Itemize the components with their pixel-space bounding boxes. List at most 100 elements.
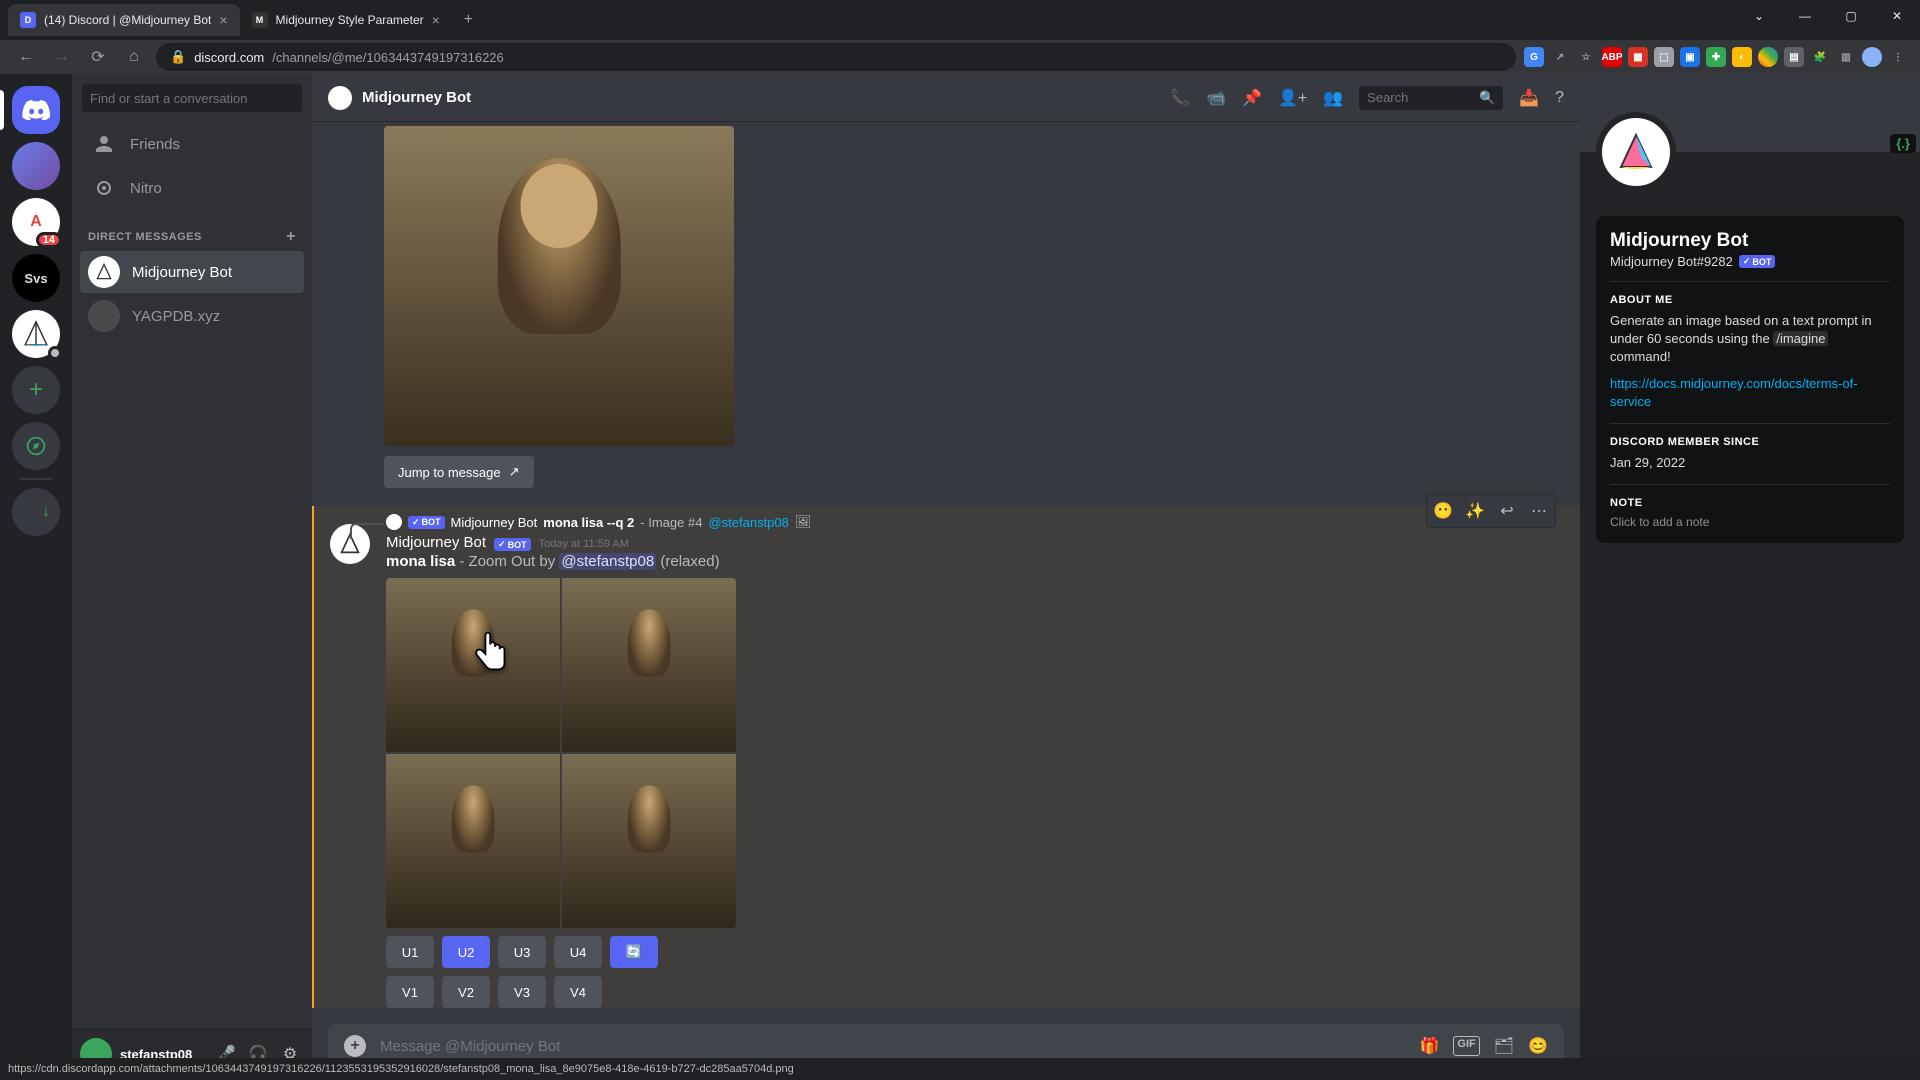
new-tab-button[interactable]: + bbox=[452, 11, 485, 29]
variation-button-row: V1 V2 V3 V4 bbox=[386, 976, 1564, 1008]
ref-avatar bbox=[386, 514, 402, 530]
u3-button[interactable]: U3 bbox=[498, 936, 546, 968]
gif-button[interactable]: GIF bbox=[1453, 1036, 1479, 1056]
profile-avatar[interactable] bbox=[1596, 112, 1676, 192]
ext-icon[interactable]: ▣ bbox=[1680, 47, 1700, 67]
chevron-down-icon[interactable]: ⌄ bbox=[1736, 0, 1782, 32]
inbox-button[interactable]: 📥 bbox=[1519, 88, 1539, 108]
tab-bar: D (14) Discord | @Midjourney Bot × M Mid… bbox=[0, 0, 1920, 40]
ref-author: Midjourney Bot bbox=[451, 515, 538, 530]
jump-to-message-button[interactable]: Jump to message ↗ bbox=[384, 456, 534, 488]
url-input[interactable]: 🔒 discord.com/channels/@me/1063443749197… bbox=[156, 43, 1516, 71]
add-server-button[interactable]: + bbox=[12, 366, 60, 414]
ext-icon[interactable]: ◐ bbox=[1732, 47, 1752, 67]
pin-button[interactable]: 📌 bbox=[1242, 88, 1262, 108]
ref-mention[interactable]: @stefanstp08 bbox=[708, 515, 788, 530]
server-icon-svs[interactable]: Svs bbox=[12, 254, 60, 302]
chat-search[interactable]: Search 🔍 bbox=[1359, 86, 1503, 110]
dm-name: YAGPDB.xyz bbox=[132, 308, 220, 325]
abp-icon[interactable]: ABP bbox=[1602, 47, 1622, 67]
server-icon[interactable]: A14 bbox=[12, 198, 60, 246]
grid-image-2[interactable] bbox=[562, 578, 736, 752]
dm-midjourney-bot[interactable]: Midjourney Bot bbox=[80, 251, 304, 293]
share-icon[interactable]: ↗ bbox=[1550, 47, 1570, 67]
avatar bbox=[88, 256, 120, 288]
message-author[interactable]: Midjourney Bot bbox=[386, 534, 486, 551]
maximize-button[interactable]: ▢ bbox=[1828, 0, 1874, 32]
nitro-nav[interactable]: Nitro bbox=[80, 167, 304, 209]
ext-icon[interactable]: ✚ bbox=[1706, 47, 1726, 67]
command-tag: /imagine bbox=[1773, 331, 1828, 346]
message-list[interactable]: Jump to message ↗ 😶 ✨ ↩ ⋯ ✓ BOT bbox=[312, 122, 1580, 1024]
dm-yagpdb[interactable]: YAGPDB.xyz bbox=[80, 295, 304, 337]
generated-image[interactable] bbox=[384, 126, 734, 446]
ext-icon[interactable]: ⬚ bbox=[1654, 47, 1674, 67]
u1-button[interactable]: U1 bbox=[386, 936, 434, 968]
image-grid[interactable] bbox=[386, 578, 736, 928]
message-content: mona lisa - Zoom Out by @stefanstp08 (re… bbox=[386, 551, 1564, 572]
browser-chrome: D (14) Discord | @Midjourney Bot × M Mid… bbox=[0, 0, 1920, 74]
bookmark-icon[interactable]: ☆ bbox=[1576, 47, 1596, 67]
browser-tab[interactable]: M Midjourney Style Parameter × bbox=[240, 4, 452, 36]
note-input[interactable]: Click to add a note bbox=[1610, 515, 1890, 529]
translate-icon[interactable]: G bbox=[1524, 47, 1544, 67]
view-code-button[interactable]: {.} bbox=[1890, 134, 1916, 153]
forward-button[interactable]: → bbox=[48, 43, 76, 71]
emoji-button[interactable]: 😊 bbox=[1528, 1036, 1548, 1056]
extension-icons: G ↗ ☆ ABP ▦ ⬚ ▣ ✚ ◐ ▤ 🧩 ▥ ⋮ bbox=[1524, 47, 1908, 67]
friends-nav[interactable]: Friends bbox=[80, 123, 304, 165]
member-since-header: DISCORD MEMBER SINCE bbox=[1610, 436, 1890, 448]
reroll-button[interactable]: 🔄 bbox=[610, 936, 658, 968]
grid-image-1[interactable] bbox=[386, 578, 560, 752]
video-call-button[interactable]: 📹 bbox=[1206, 88, 1226, 108]
conversation-search[interactable]: Find or start a conversation bbox=[82, 84, 302, 112]
close-button[interactable]: ✕ bbox=[1874, 0, 1920, 32]
tos-link[interactable]: https://docs.midjourney.com/docs/terms-o… bbox=[1610, 376, 1858, 409]
add-friend-button[interactable]: 👤+ bbox=[1278, 88, 1307, 108]
close-icon[interactable]: × bbox=[432, 12, 440, 28]
reply-reference[interactable]: ✓ BOT Midjourney Bot mona lisa --q 2 - I… bbox=[386, 514, 1564, 530]
menu-icon[interactable]: ⋮ bbox=[1888, 47, 1908, 67]
notification-badge: 14 bbox=[36, 232, 62, 248]
grid-image-4[interactable] bbox=[562, 754, 736, 928]
extensions-icon[interactable]: 🧩 bbox=[1810, 47, 1830, 67]
v3-button[interactable]: V3 bbox=[498, 976, 546, 1008]
v2-button[interactable]: V2 bbox=[442, 976, 490, 1008]
tab-title: Midjourney Style Parameter bbox=[276, 13, 424, 27]
bot-tag: ✓ BOT bbox=[408, 516, 445, 529]
gift-button[interactable]: 🎁 bbox=[1420, 1036, 1440, 1056]
close-icon[interactable]: × bbox=[219, 12, 227, 28]
reload-button[interactable]: ⟳ bbox=[84, 43, 112, 71]
server-icon[interactable] bbox=[12, 142, 60, 190]
u2-button[interactable]: U2 bbox=[442, 936, 490, 968]
ext-icon[interactable]: ▤ bbox=[1784, 47, 1804, 67]
profile-name: Midjourney Bot bbox=[1610, 230, 1890, 252]
add-dm-button[interactable]: + bbox=[286, 228, 296, 246]
address-bar: ← → ⟳ ⌂ 🔒 discord.com/channels/@me/10634… bbox=[0, 40, 1920, 74]
v1-button[interactable]: V1 bbox=[386, 976, 434, 1008]
sidepanel-icon[interactable]: ▥ bbox=[1836, 47, 1856, 67]
sticker-button[interactable]: 🗂 bbox=[1494, 1036, 1514, 1056]
voice-call-button[interactable]: 📞 bbox=[1170, 88, 1190, 108]
message-block: Jump to message ↗ bbox=[312, 126, 1580, 488]
ext-icon[interactable] bbox=[1758, 47, 1778, 67]
v4-button[interactable]: V4 bbox=[554, 976, 602, 1008]
mention[interactable]: @stefanstp08 bbox=[559, 553, 656, 570]
profile-avatar[interactable] bbox=[1862, 47, 1882, 67]
grid-image-3[interactable] bbox=[386, 754, 560, 928]
explore-button[interactable] bbox=[12, 422, 60, 470]
server-icon-midjourney[interactable] bbox=[12, 310, 60, 358]
home-button[interactable]: ⌂ bbox=[120, 43, 148, 71]
bot-tag: ✓ BOT bbox=[494, 538, 531, 551]
profile-toggle-button[interactable]: 👥 bbox=[1323, 88, 1343, 108]
back-button[interactable]: ← bbox=[12, 43, 40, 71]
attach-button[interactable]: + bbox=[344, 1035, 366, 1057]
download-button[interactable]: ↓ bbox=[12, 488, 60, 536]
home-server-icon[interactable] bbox=[12, 86, 60, 134]
help-button[interactable]: ? bbox=[1555, 89, 1564, 107]
browser-tab-active[interactable]: D (14) Discord | @Midjourney Bot × bbox=[8, 4, 240, 36]
u4-button[interactable]: U4 bbox=[554, 936, 602, 968]
minimize-button[interactable]: — bbox=[1782, 0, 1828, 32]
ext-icon[interactable]: ▦ bbox=[1628, 47, 1648, 67]
about-text: Generate an image based on a text prompt… bbox=[1610, 312, 1890, 367]
